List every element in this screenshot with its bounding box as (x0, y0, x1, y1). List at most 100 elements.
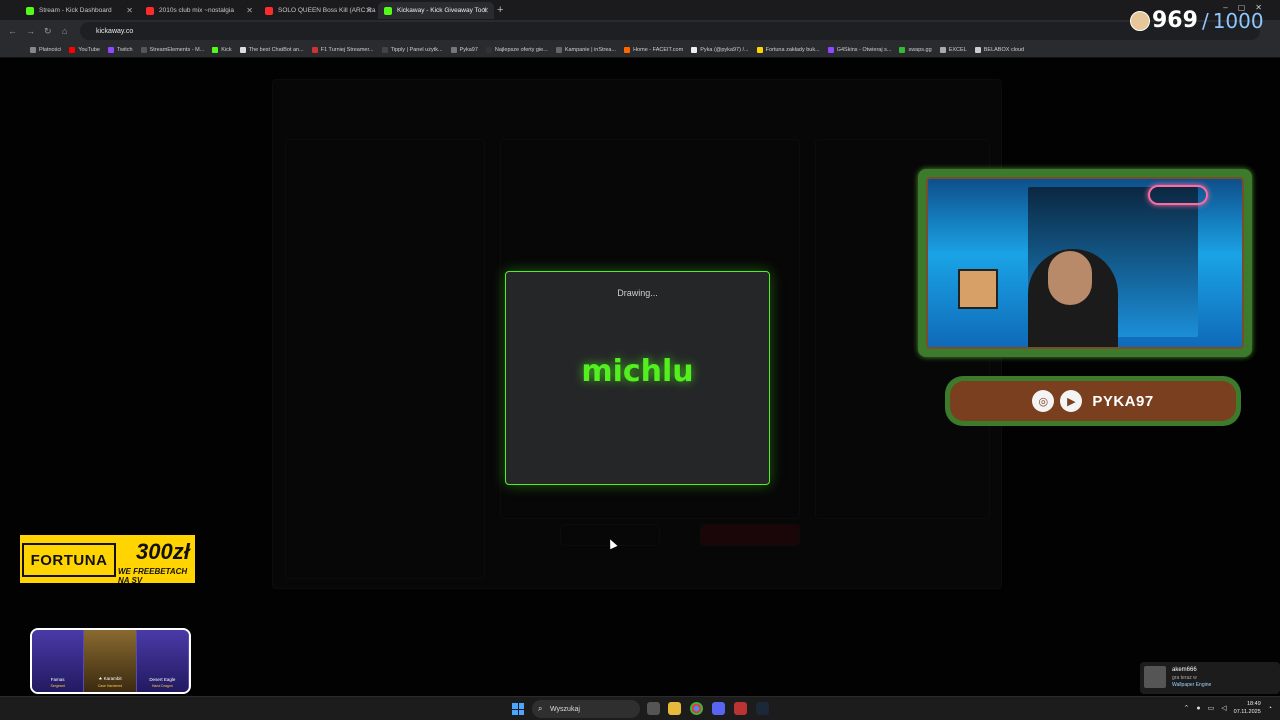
streamer-name-plate: ◎ ▶ PYKA97 (945, 376, 1241, 426)
tab-kick-dashboard[interactable]: Stream - Kick Dashboard ✕ (20, 2, 138, 19)
skin-sub: Case Hardened (97, 684, 123, 688)
clock-date: 07.11.2025 (1233, 709, 1261, 715)
dimmed-settings-panel (285, 139, 485, 579)
close-icon[interactable]: ✕ (126, 6, 133, 15)
counter-separator: / (1201, 8, 1209, 33)
bookmark-item[interactable]: EXCEL (939, 46, 967, 53)
bookmark-item[interactable]: Pyka (@pyka97) /... (691, 46, 749, 53)
bookmark-item[interactable]: Pyka97 (450, 46, 478, 53)
discord-icon[interactable] (712, 702, 725, 715)
home-icon[interactable]: ⌂ (62, 26, 67, 36)
counter-max: 1000 (1212, 8, 1264, 33)
fortuna-subtitle: WE FREEBETACH NA SV (118, 567, 188, 585)
name-plate-inner: ◎ ▶ PYKA97 (950, 381, 1236, 421)
tab-label: SOLO QUEEN Boss Kill (ARC Ra (278, 7, 376, 14)
bookmark-favicon-icon (974, 46, 981, 53)
bookmark-item[interactable]: G4Skins - Otwieraj s... (827, 46, 892, 53)
bookmark-item[interactable]: StreamElements - M... (140, 46, 205, 53)
bookmark-item[interactable]: Tipply | Panel użytk... (381, 46, 443, 53)
network-icon[interactable]: ▭ (1208, 704, 1215, 712)
clock[interactable]: 18:49 07.11.2025 (1234, 700, 1261, 716)
instagram-icon: ◎ (1032, 390, 1055, 412)
bookmark-label: EXCEL (948, 46, 967, 53)
tab-club-mix[interactable]: 2010s club mix ~nostalgia ✕ (140, 2, 258, 19)
bookmark-item[interactable]: Kampanie | inStrea... (555, 46, 617, 53)
bookmark-item[interactable]: The best ChatBot an... (239, 46, 304, 53)
tab-solo-queen[interactable]: SOLO QUEEN Boss Kill (ARC Ra ✕ (259, 2, 377, 19)
reload-icon[interactable]: ↻ (44, 26, 52, 37)
drawing-status: Drawing... (617, 288, 658, 298)
bell-icon[interactable]: ◔ (1268, 705, 1272, 712)
task-view-icon[interactable] (647, 702, 660, 715)
bookmark-item[interactable]: F1 Turniej Streamer... (311, 46, 374, 53)
bookmark-favicon-icon (555, 46, 562, 53)
bookmark-favicon-icon (212, 46, 219, 53)
drawing-modal: Drawing... michlu (505, 271, 770, 485)
winner-name: michlu (581, 354, 694, 389)
mic-icon[interactable]: ● (1196, 705, 1200, 712)
notification-line2: Wallpaper Engine (1172, 682, 1212, 688)
kick-icon (26, 6, 34, 15)
taskbar-search[interactable]: ⌕ Wyszukaj (532, 700, 640, 718)
bookmark-label: Twitch (116, 46, 133, 53)
bookmark-favicon-icon (450, 46, 457, 53)
bookmark-item[interactable]: Fortuna zakłady buk... (756, 46, 820, 53)
forward-icon[interactable]: → (26, 26, 35, 36)
steam-notification[interactable]: akem666 gra teraz w Wallpaper Engine (1140, 662, 1280, 694)
tab-label: Kickaway - Kick Giveaway Tool (397, 7, 487, 14)
bookmark-label: Kampanie | inStrea... (564, 46, 617, 53)
back-icon[interactable]: ← (8, 26, 17, 36)
close-icon[interactable]: ✕ (246, 6, 253, 15)
fortuna-amount: 300zł (136, 539, 190, 564)
bookmark-item[interactable]: Najlepsze oferty gie... (485, 46, 548, 53)
bookmark-item[interactable]: BELABOX cloud (974, 46, 1024, 53)
skin-name: Famas (50, 677, 65, 682)
bookmark-item[interactable]: Płatności (30, 46, 61, 53)
tab-kickaway[interactable]: Kickaway - Kick Giveaway Tool ✕ (378, 2, 494, 19)
file-explorer-icon[interactable] (668, 702, 681, 715)
system-tray: ⌃ ● ▭ ◁ 18:49 07.11.2025 ◔ (1184, 700, 1272, 716)
bookmark-favicon-icon (624, 46, 631, 53)
close-icon[interactable]: ✕ (482, 6, 489, 15)
youtube-icon (146, 6, 154, 15)
bookmark-favicon-icon (69, 46, 76, 53)
tab-label: Stream - Kick Dashboard (39, 7, 112, 14)
skin-card: Desert Eagle Hand Dragon (136, 630, 189, 692)
obs-icon[interactable] (734, 702, 747, 715)
bookmark-item[interactable]: Kick (212, 46, 232, 53)
new-tab-button[interactable]: + (497, 4, 503, 16)
bookmark-item[interactable]: Home - FACEIT.com (624, 46, 684, 53)
volume-icon[interactable]: ◁ (1221, 704, 1226, 712)
bookmark-favicon-icon (899, 46, 906, 53)
bookmark-favicon-icon (239, 46, 246, 53)
skin-sub: Hand Dragon (151, 684, 173, 688)
follower-goal-counter: 969 / 1000 (1130, 8, 1264, 33)
bookmark-favicon-icon (485, 46, 492, 53)
chevron-up-icon[interactable]: ⌃ (1184, 704, 1190, 712)
streamer-head-image (1048, 251, 1092, 305)
bookmark-label: G4Skins - Otwieraj s... (836, 46, 892, 53)
bookmark-favicon-icon (691, 46, 698, 53)
bookmark-label: StreamElements - M... (149, 46, 205, 53)
bookmark-item[interactable]: YouTube (69, 46, 100, 53)
skull-icon (1130, 10, 1150, 31)
search-icon: ⌕ (538, 704, 543, 713)
bookmark-label: swaps.gg (908, 46, 932, 53)
bookmark-favicon-icon (756, 46, 763, 53)
bookmark-label: Home - FACEIT.com (633, 46, 684, 53)
steam-icon[interactable] (756, 702, 769, 715)
skins-banner: Famas Sergeant ★ Karambit Case Hardened … (30, 628, 191, 694)
bookmark-item[interactable]: swaps.gg (899, 46, 932, 53)
skin-card: Famas Sergeant (32, 630, 85, 692)
browser-tab-bar: Stream - Kick Dashboard ✕ 2010s club mix… (0, 0, 1280, 20)
address-bar[interactable]: kickaway.co (80, 22, 1260, 40)
chrome-icon[interactable] (690, 702, 703, 715)
fortuna-banner: FORTUNA 300zł WE FREEBETACH NA SV (20, 535, 195, 585)
bookmark-label: YouTube (78, 46, 100, 53)
bookmark-label: The best ChatBot an... (248, 46, 304, 53)
start-button[interactable] (512, 703, 524, 715)
close-icon[interactable]: ✕ (365, 6, 372, 15)
bookmark-label: Fortuna zakłady buk... (765, 46, 820, 53)
bookmark-item[interactable]: Twitch (107, 46, 133, 53)
skin-name: ★ Karambit (98, 676, 122, 681)
